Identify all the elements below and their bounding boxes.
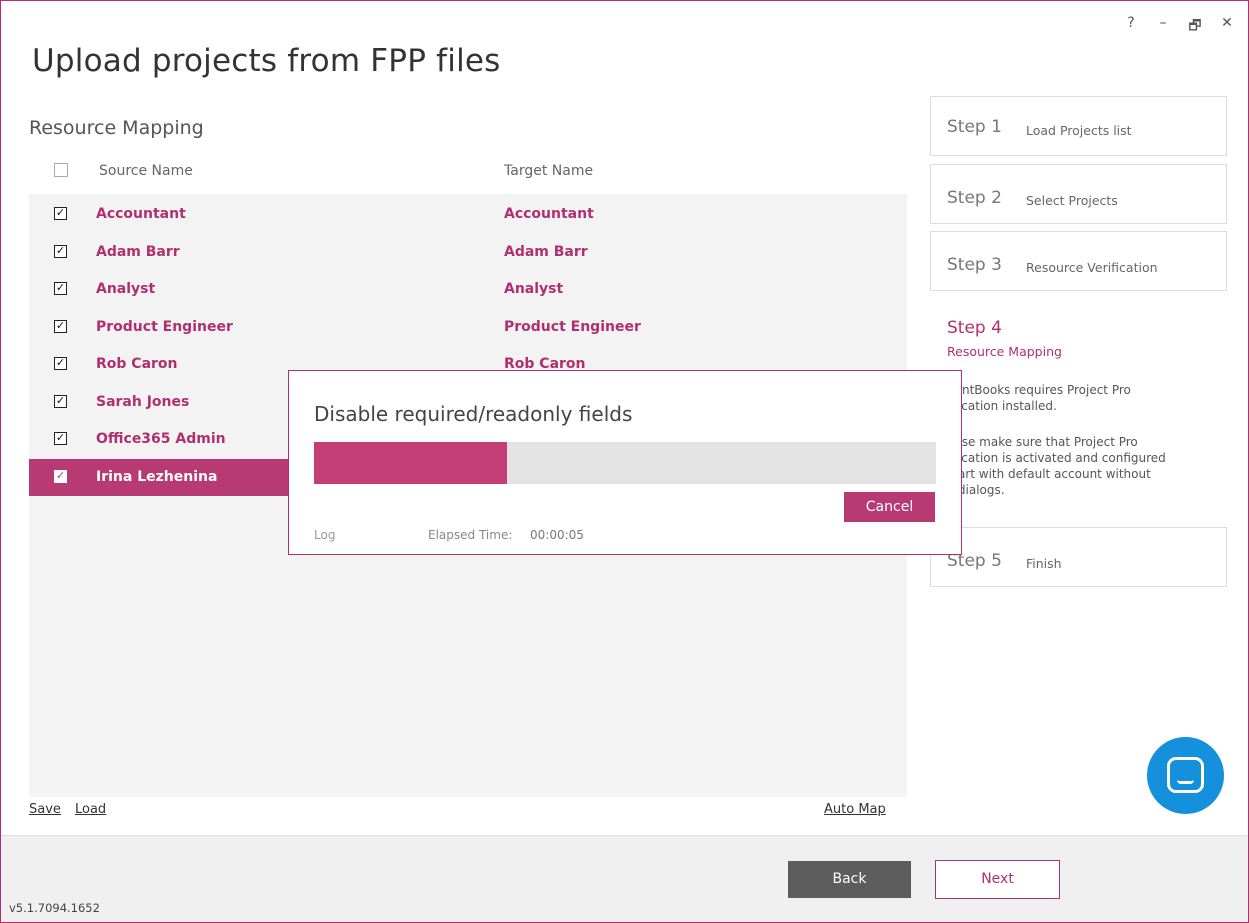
source-name-cell: Accountant <box>96 206 186 222</box>
table-row[interactable]: ✓ Product Engineer Product Engineer <box>29 309 907 347</box>
target-name-cell[interactable]: Analyst <box>504 281 563 297</box>
target-name-cell[interactable]: Product Engineer <box>504 319 641 335</box>
row-checkbox[interactable]: ✓ <box>54 432 67 445</box>
chat-button[interactable] <box>1147 737 1224 814</box>
step-2[interactable]: Step 2 Select Projects <box>930 164 1227 224</box>
source-name-cell: Irina Lezhenina <box>96 468 218 485</box>
progress-bar-fill <box>314 442 507 484</box>
row-checkbox[interactable]: ✓ <box>54 244 67 258</box>
target-name-header[interactable]: Target Name <box>504 163 593 179</box>
row-checkbox[interactable]: ✓ <box>54 357 67 370</box>
cancel-button[interactable]: Cancel <box>844 492 935 522</box>
step-description-1: uentBooks requires Project Pro plication… <box>947 383 1131 413</box>
window-controls: ? – 🗗 ✕ <box>1124 15 1234 39</box>
progress-title: Disable required/readonly fields <box>314 402 633 426</box>
close-icon[interactable]: ✕ <box>1220 15 1234 39</box>
elapsed-time-label: Elapsed Time: <box>428 528 513 542</box>
step-5[interactable]: Step 5 Finish <box>930 527 1227 587</box>
restore-icon[interactable]: 🗗 <box>1188 15 1202 39</box>
help-icon[interactable]: ? <box>1124 15 1138 39</box>
step-number: Step 4 <box>947 318 1002 338</box>
step-label: Resource Mapping <box>947 344 1062 359</box>
step-label: Select Projects <box>1026 193 1118 208</box>
minimize-icon[interactable]: – <box>1156 15 1170 39</box>
row-checkbox[interactable]: ✓ <box>54 394 67 408</box>
elapsed-time-value: 00:00:05 <box>530 528 584 542</box>
target-name-cell[interactable]: Adam Barr <box>504 244 588 260</box>
step-description-2: ease make sure that Project Pro plicatio… <box>947 435 1166 497</box>
auto-map-link[interactable]: Auto Map <box>824 802 886 817</box>
source-name-header[interactable]: Source Name <box>99 163 193 179</box>
select-all-checkbox[interactable] <box>54 163 68 177</box>
source-name-cell: Analyst <box>96 281 156 297</box>
source-name-cell: Rob Caron <box>96 356 178 372</box>
load-link[interactable]: Load <box>75 802 106 817</box>
progress-bar <box>314 442 936 484</box>
save-link[interactable]: Save <box>29 802 61 817</box>
step-number: Step 2 <box>947 188 1002 208</box>
version-label: v5.1.7094.1652 <box>9 901 100 915</box>
page-title: Upload projects from FPP files <box>32 43 501 79</box>
bottom-bar <box>1 835 1248 922</box>
target-name-cell[interactable]: Accountant <box>504 206 594 222</box>
source-name-cell: Office365 Admin <box>96 431 226 447</box>
chat-smile-icon <box>1177 780 1194 784</box>
source-name-cell: Adam Barr <box>96 243 180 260</box>
log-link[interactable]: Log <box>314 528 335 542</box>
app-window: ? – 🗗 ✕ Upload projects from FPP files R… <box>0 0 1249 923</box>
row-checkbox[interactable]: ✓ <box>54 282 67 295</box>
progress-dialog: Disable required/readonly fields Cancel … <box>288 370 962 555</box>
table-row[interactable]: ✓ Analyst Analyst <box>29 271 907 309</box>
source-name-cell: Product Engineer <box>96 318 233 335</box>
step-label: Resource Verification <box>1026 260 1158 275</box>
grid-header: Source Name Target Name <box>29 157 907 194</box>
row-checkbox[interactable]: ✓ <box>54 469 67 483</box>
table-row[interactable]: ✓ Accountant Accountant <box>29 196 907 234</box>
step-1[interactable]: Step 1 Load Projects list <box>930 96 1227 156</box>
next-button[interactable]: Next <box>935 860 1060 899</box>
step-number: Step 3 <box>947 255 1002 275</box>
step-label: Finish <box>1026 556 1062 571</box>
row-checkbox[interactable]: ✓ <box>54 207 67 220</box>
step-number: Step 1 <box>947 117 1002 137</box>
step-3[interactable]: Step 3 Resource Verification <box>930 231 1227 291</box>
back-button[interactable]: Back <box>788 861 911 898</box>
row-checkbox[interactable]: ✓ <box>54 319 67 333</box>
chat-bubble-icon <box>1167 757 1204 793</box>
source-name-cell: Sarah Jones <box>96 393 190 410</box>
table-row[interactable]: ✓ Adam Barr Adam Barr <box>29 234 907 272</box>
section-title: Resource Mapping <box>29 117 204 139</box>
step-label: Load Projects list <box>1026 123 1132 138</box>
